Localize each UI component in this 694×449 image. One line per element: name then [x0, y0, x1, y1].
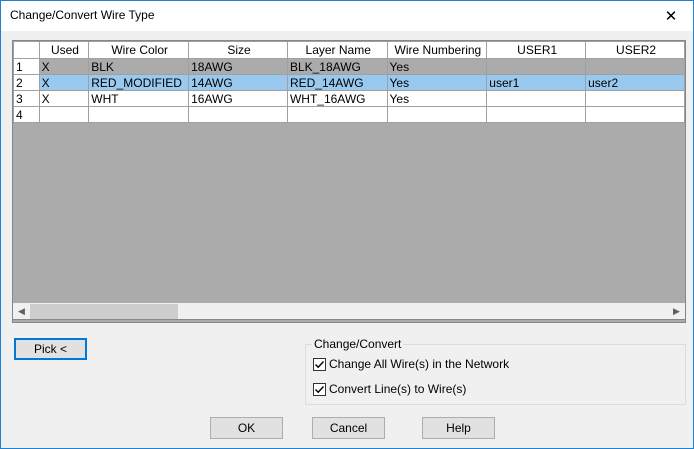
cell-wire-color[interactable]: WHT [88, 90, 190, 107]
row-number[interactable]: 3 [13, 90, 40, 107]
cell-size[interactable]: 18AWG [188, 58, 288, 75]
cell-user2[interactable]: user2 [585, 74, 685, 91]
change-all-wires-checkbox-row[interactable]: Change All Wire(s) in the Network [313, 357, 509, 371]
scroll-left-icon[interactable]: ◀ [13, 303, 30, 320]
cell-used[interactable]: X [38, 58, 90, 75]
row-number[interactable]: 4 [13, 106, 40, 123]
cell-wire-color[interactable]: RED_MODIFIED [88, 74, 190, 91]
change-all-wires-checkbox[interactable] [313, 357, 326, 371]
cell-size[interactable] [188, 106, 288, 123]
cell-user1[interactable] [486, 106, 587, 123]
scrollbar-thumb[interactable] [30, 304, 178, 319]
change-convert-legend: Change/Convert [312, 337, 404, 351]
cell-user1[interactable] [486, 90, 587, 107]
cell-user1[interactable]: user1 [486, 74, 587, 91]
cell-used[interactable] [38, 106, 90, 123]
cell-layer-name[interactable]: BLK_18AWG [286, 58, 388, 75]
cell-wire-numbering[interactable] [386, 106, 488, 123]
column-header-layer-name[interactable]: Layer Name [286, 41, 388, 59]
horizontal-scrollbar[interactable]: ◀ ▶ [12, 303, 686, 320]
cell-size[interactable]: 14AWG [188, 74, 288, 91]
cell-wire-color[interactable] [88, 106, 190, 123]
row-number[interactable]: 1 [13, 58, 40, 75]
checkmark-icon [315, 385, 325, 393]
change-convert-wire-type-dialog: Change/Convert Wire Type ✕ Used Wire Col… [0, 0, 694, 449]
cell-wire-color[interactable]: BLK [88, 58, 190, 75]
wire-type-table: Used Wire Color Size Layer Name Wire Num… [13, 41, 685, 123]
column-header-wire-color[interactable]: Wire Color [88, 41, 190, 59]
cell-size[interactable]: 16AWG [188, 90, 288, 107]
cell-user1[interactable] [486, 58, 587, 75]
cancel-button[interactable]: Cancel [312, 417, 385, 439]
column-header-wire-numbering[interactable]: Wire Numbering [386, 41, 488, 59]
header-row: Used Wire Color Size Layer Name Wire Num… [13, 41, 685, 59]
convert-lines-checkbox[interactable] [313, 382, 326, 396]
pick-button[interactable]: Pick < [14, 338, 87, 360]
column-header-used[interactable]: Used [38, 41, 90, 59]
ok-button[interactable]: OK [210, 417, 283, 439]
cell-wire-numbering[interactable]: Yes [386, 74, 488, 91]
grid-corner [13, 41, 40, 59]
close-icon[interactable]: ✕ [649, 1, 693, 30]
cell-layer-name[interactable]: RED_14AWG [286, 74, 388, 91]
checkmark-icon [315, 360, 325, 368]
cell-wire-numbering[interactable]: Yes [386, 58, 488, 75]
row-number[interactable]: 2 [13, 74, 40, 91]
title-bar: Change/Convert Wire Type ✕ [1, 1, 693, 31]
cell-used[interactable]: X [38, 90, 90, 107]
convert-lines-checkbox-row[interactable]: Convert Line(s) to Wire(s) [313, 382, 466, 396]
cell-wire-numbering[interactable]: Yes [386, 90, 488, 107]
table-row-selected[interactable]: 2 X RED_MODIFIED 14AWG RED_14AWG Yes use… [13, 74, 685, 91]
table-row[interactable]: 1 X BLK 18AWG BLK_18AWG Yes [13, 58, 685, 75]
cell-user2[interactable] [585, 106, 685, 123]
cell-user2[interactable] [585, 90, 685, 107]
cell-layer-name[interactable]: WHT_16AWG [286, 90, 388, 107]
column-header-user1[interactable]: USER1 [486, 41, 587, 59]
help-button[interactable]: Help [422, 417, 495, 439]
cell-used[interactable]: X [38, 74, 90, 91]
dialog-title: Change/Convert Wire Type [10, 8, 155, 22]
table-row[interactable]: 3 X WHT 16AWG WHT_16AWG Yes [13, 90, 685, 107]
table-row-new[interactable]: 4 [13, 106, 685, 123]
convert-lines-label[interactable]: Convert Line(s) to Wire(s) [329, 382, 466, 396]
cell-user2[interactable] [585, 58, 685, 75]
column-header-size[interactable]: Size [188, 41, 288, 59]
column-header-user2[interactable]: USER2 [585, 41, 685, 59]
wire-type-grid[interactable]: Used Wire Color Size Layer Name Wire Num… [12, 40, 686, 323]
change-all-wires-label[interactable]: Change All Wire(s) in the Network [329, 357, 509, 371]
cell-layer-name[interactable] [286, 106, 388, 123]
scroll-right-icon[interactable]: ▶ [668, 303, 685, 320]
